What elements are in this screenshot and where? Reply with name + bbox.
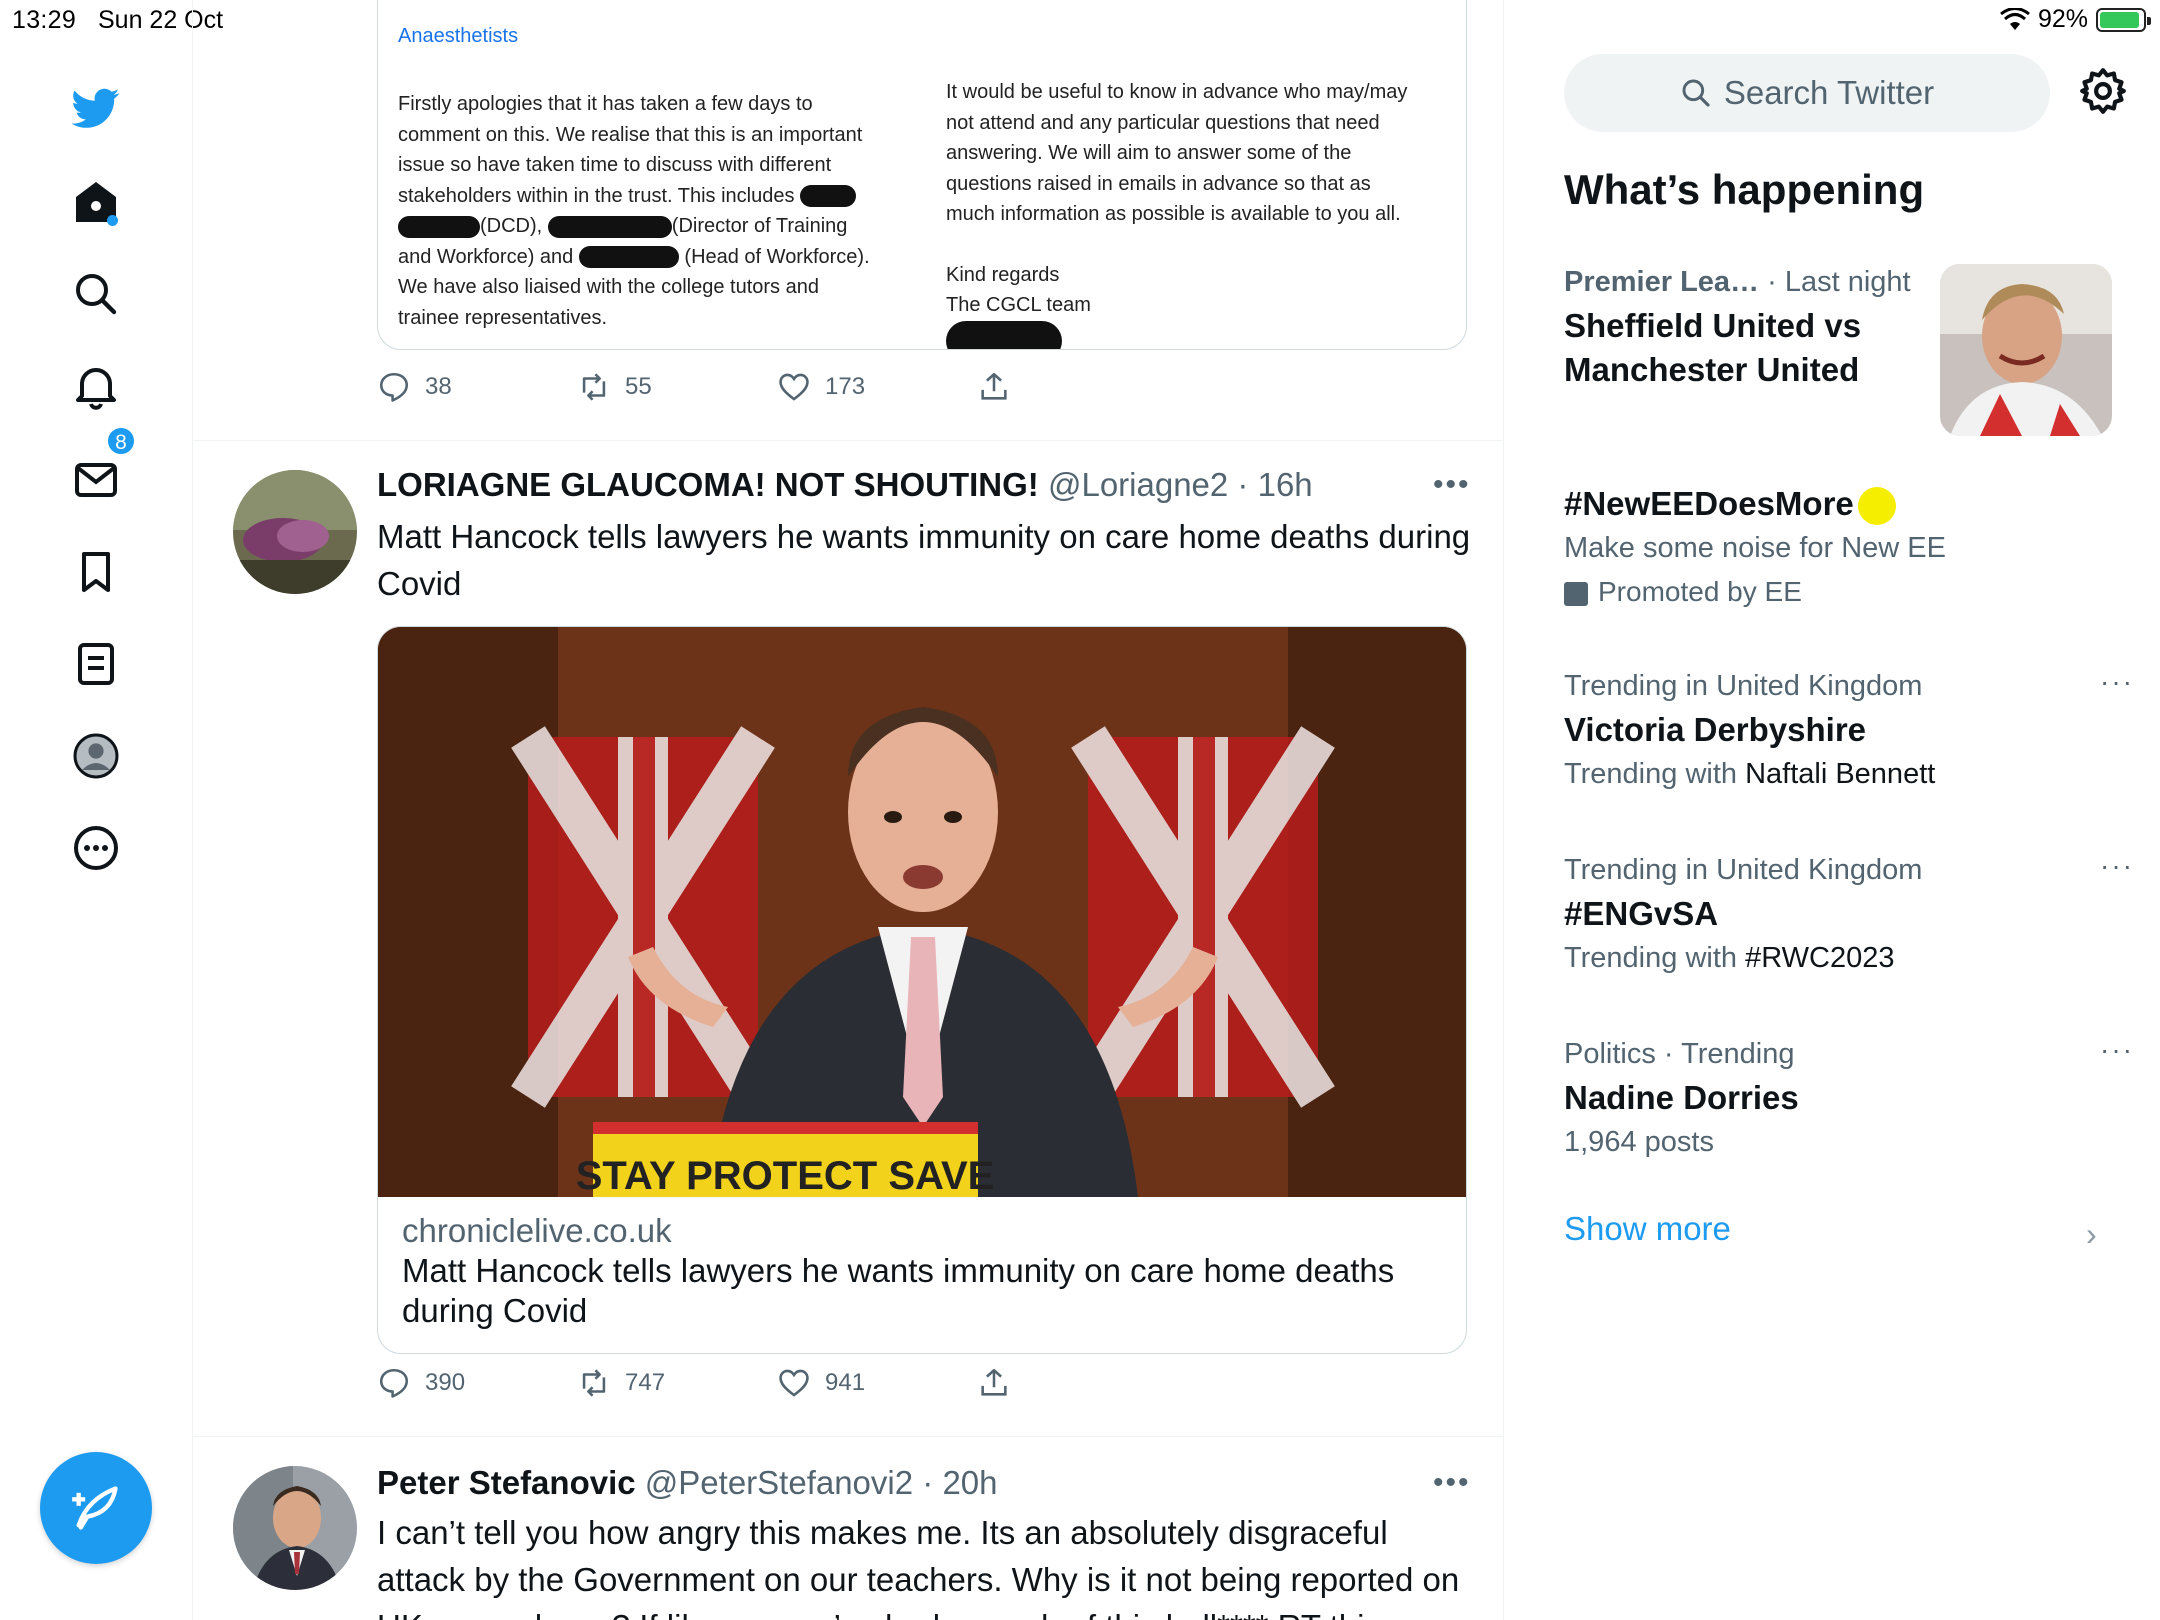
reply-icon — [379, 372, 409, 402]
compose-tweet-button[interactable] — [40, 1452, 152, 1564]
redaction — [547, 215, 672, 238]
left-nav: 8 — [0, 40, 192, 1620]
notifications-bell-icon[interactable] — [70, 360, 122, 412]
whats-happening-heading: What’s happening — [1564, 166, 1925, 213]
status-time: 13:29 — [12, 6, 77, 34]
search-placeholder: Search Twitter — [1723, 74, 1935, 111]
doc-left-column: Firstly apologies that it has taken a fe… — [398, 93, 870, 329]
share-button[interactable] — [977, 370, 1177, 404]
promoted-trend-item[interactable]: #NewEEDoesMore Make some noise for New E… — [1564, 482, 2124, 614]
yellow-dot-icon — [1857, 487, 1896, 526]
heart-icon — [779, 1369, 809, 1397]
trend-more-icon[interactable]: ··· — [2100, 666, 2134, 698]
tweet-separator — [193, 440, 1503, 441]
avatar[interactable] — [233, 1466, 357, 1590]
article-image: STAY PROTECT SAVE — [378, 627, 1466, 1197]
search-input[interactable]: Search Twitter — [1564, 54, 2050, 132]
reply-button[interactable]: 390 — [377, 1366, 577, 1400]
retweet-button[interactable]: 747 — [577, 1366, 777, 1400]
home-unread-dot — [107, 215, 118, 226]
share-icon — [981, 372, 1007, 400]
share-button[interactable] — [977, 1366, 1177, 1400]
retweet-button[interactable]: 55 — [577, 370, 777, 404]
tweet-time[interactable]: 16h — [1258, 466, 1313, 503]
notifications-badge: 8 — [106, 426, 136, 456]
trend-more-icon[interactable]: ··· — [2100, 1034, 2134, 1066]
wifi-icon — [2000, 7, 2030, 30]
like-button[interactable]: 173 — [777, 370, 977, 404]
retweet-icon — [582, 373, 606, 401]
tweet-header: LORIAGNE GLAUCOMA! NOT SHOUTING! @Loriag… — [377, 466, 1313, 503]
trend-more-icon[interactable]: ··· — [2100, 850, 2134, 882]
tweet-more-icon[interactable]: ••• — [1433, 1466, 1471, 1500]
show-more-link[interactable]: Show more — [1564, 1210, 1731, 1248]
status-right: 92% — [2000, 5, 2151, 34]
trend-item[interactable]: Trending in United Kingdom #ENGvSA Trend… — [1564, 848, 2132, 980]
redaction — [398, 215, 480, 238]
profile-icon[interactable] — [70, 730, 122, 782]
battery-icon — [2096, 7, 2151, 32]
tweet-header: Peter Stefanovic @PeterStefanovi2 · 20h — [377, 1464, 998, 1501]
reply-icon — [379, 1368, 409, 1398]
tweet-time[interactable]: 20h — [942, 1464, 997, 1501]
link-domain: chroniclelive.co.uk — [402, 1212, 672, 1249]
search-icon — [1682, 79, 1710, 107]
signature-redaction — [946, 320, 1062, 349]
tweet-text: I can’t tell you how angry this makes me… — [377, 1514, 1460, 1620]
sidebar: Search Twitter What’s happening Premier … — [1504, 40, 2160, 1620]
doc-heading-cut: Anaesthetists — [398, 25, 519, 43]
tweet-separator — [193, 1436, 1503, 1437]
timeline[interactable]: Anaesthetists Firstly apologies that it … — [192, 0, 1504, 1620]
battery-percent: 92% — [2037, 5, 2088, 33]
link-card-body: chroniclelive.co.uk Matt Hancock tells l… — [402, 1211, 1452, 1331]
author-handle[interactable]: @PeterStefanovi2 — [645, 1464, 913, 1501]
tweet-more-icon[interactable]: ••• — [1433, 468, 1471, 502]
retweet-icon — [582, 1369, 606, 1397]
tweet1-actions: 38 55 173 — [377, 370, 1177, 404]
twitter-logo-icon[interactable] — [70, 82, 122, 134]
compose-feather-icon — [72, 1486, 118, 1530]
chevron-right-icon: › — [2086, 1216, 2097, 1252]
trend-item[interactable]: Politics · Trending Nadine Dorries 1,964… — [1564, 1032, 2132, 1164]
settings-gear-icon[interactable] — [2078, 66, 2128, 116]
doc-right-column: It would be useful to know in advance wh… — [946, 77, 1466, 349]
avatar[interactable] — [233, 470, 357, 594]
messages-envelope-icon[interactable] — [70, 454, 122, 506]
document-image[interactable]: Anaesthetists Firstly apologies that it … — [377, 0, 1467, 350]
link-title: Matt Hancock tells lawyers he wants immu… — [402, 1252, 1395, 1329]
promoted-icon — [1564, 581, 1588, 606]
like-button[interactable]: 941 — [777, 1366, 977, 1400]
tweet-text: Matt Hancock tells lawyers he wants immu… — [377, 518, 1471, 602]
trend-item[interactable]: Trending in United Kingdom Victoria Derb… — [1564, 664, 2132, 796]
tweet2-actions: 390 747 941 — [377, 1366, 1177, 1400]
link-card[interactable]: STAY PROTECT SAVE chroniclelive.co.uk Ma… — [377, 626, 1467, 1354]
more-options-icon[interactable] — [70, 822, 122, 874]
share-icon — [981, 1368, 1007, 1396]
author-name[interactable]: Peter Stefanovic — [377, 1464, 636, 1501]
reply-button[interactable]: 38 — [377, 370, 577, 404]
redaction — [578, 246, 679, 269]
lists-icon[interactable] — [70, 638, 122, 690]
heart-icon — [779, 373, 809, 401]
explore-search-icon[interactable] — [70, 268, 122, 320]
author-name[interactable]: LORIAGNE GLAUCOMA! NOT SHOUTING! — [377, 466, 1039, 503]
redaction — [800, 185, 857, 208]
author-handle[interactable]: @Loriagne2 — [1048, 466, 1228, 503]
podium-sign-text: STAY PROTECT SAVE — [576, 1154, 995, 1197]
trend-thumbnail[interactable] — [1940, 264, 2112, 436]
bookmarks-icon[interactable] — [70, 546, 122, 598]
